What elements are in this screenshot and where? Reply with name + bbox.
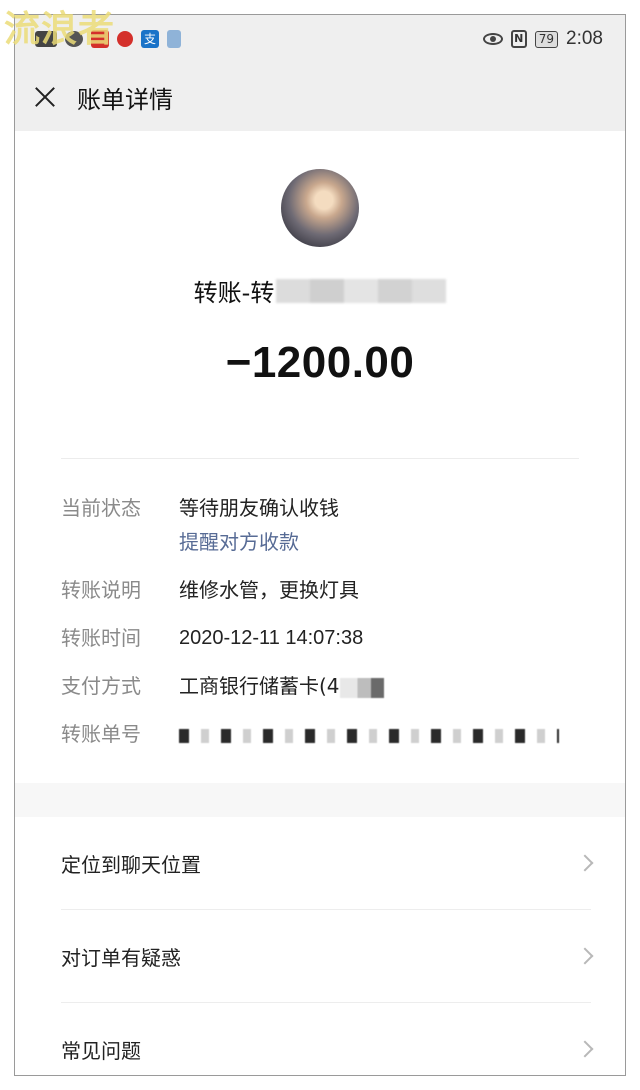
- menu-item-label: 对订单有疑惑: [61, 945, 181, 970]
- status-label: 当前状态: [61, 496, 141, 520]
- chevron-right-icon: [576, 947, 594, 965]
- detail-row-order: 转账单号: [61, 721, 625, 747]
- note-label: 转账说明: [61, 578, 141, 602]
- detail-row-note: 转账说明 维修水管，更换灯具: [61, 577, 625, 603]
- alipay-icon: 支: [141, 30, 159, 48]
- note-value: 维修水管，更换灯具: [179, 578, 359, 602]
- menu-item-faq[interactable]: 常见问题: [15, 1003, 625, 1075]
- payee-prefix: 转账-转: [193, 279, 275, 307]
- status-value: 等待朋友确认收钱: [179, 496, 339, 520]
- menu-item-order-question[interactable]: 对订单有疑惑: [15, 910, 625, 1002]
- nfc-icon: N: [510, 30, 527, 48]
- chevron-right-icon: [576, 1040, 594, 1058]
- menu-item-label: 常见问题: [61, 1038, 141, 1063]
- menu-item-locate-chat[interactable]: 定位到聊天位置: [15, 817, 625, 909]
- order-redacted: [179, 728, 559, 743]
- status-time: 2:08: [566, 28, 603, 49]
- remind-link[interactable]: 提醒对方收款: [179, 529, 339, 555]
- close-icon[interactable]: [31, 83, 59, 111]
- payee-redacted: [276, 278, 447, 303]
- nav-bar: 账单详情: [15, 63, 625, 131]
- detail-row-time: 转账时间 2020-12-11 14:07:38: [61, 625, 625, 651]
- app-red-icon: [117, 31, 133, 47]
- payment-value-wrap: 工商银行储蓄卡(4: [179, 673, 384, 699]
- phone-screen: 支 N 79 2:08 账单详情 转账-转 −1200.00 当前状态 等待朋友…: [14, 14, 626, 1076]
- transfer-amount: −1200.00: [225, 338, 415, 387]
- app-blue-icon: [167, 30, 181, 48]
- section-gap: [15, 783, 625, 817]
- menu-item-label: 定位到聊天位置: [61, 852, 201, 877]
- watermark: 流浪者: [4, 9, 116, 50]
- battery-icon: 79: [534, 30, 559, 48]
- chevron-right-icon: [576, 854, 594, 872]
- time-label: 转账时间: [61, 626, 141, 650]
- payment-label: 支付方式: [61, 674, 141, 698]
- transfer-details: 当前状态 等待朋友确认收钱 提醒对方收款 转账说明 维修水管，更换灯具 转账时间…: [15, 459, 625, 747]
- status-right: N 79 2:08: [482, 28, 603, 50]
- transfer-summary: 转账-转 −1200.00: [15, 131, 625, 388]
- order-label: 转账单号: [61, 722, 141, 746]
- order-value: [179, 721, 559, 747]
- payee-name: 转账-转: [15, 273, 625, 308]
- page-title: 账单详情: [77, 85, 173, 114]
- avatar: [281, 169, 359, 247]
- time-value: 2020-12-11 14:07:38: [179, 627, 364, 649]
- payment-redacted: [339, 677, 384, 698]
- payment-value: 工商银行储蓄卡(4: [179, 674, 340, 698]
- detail-row-status: 当前状态 等待朋友确认收钱 提醒对方收款: [61, 495, 625, 555]
- eye-icon: [482, 33, 503, 45]
- detail-row-payment: 支付方式 工商银行储蓄卡(4: [61, 673, 625, 699]
